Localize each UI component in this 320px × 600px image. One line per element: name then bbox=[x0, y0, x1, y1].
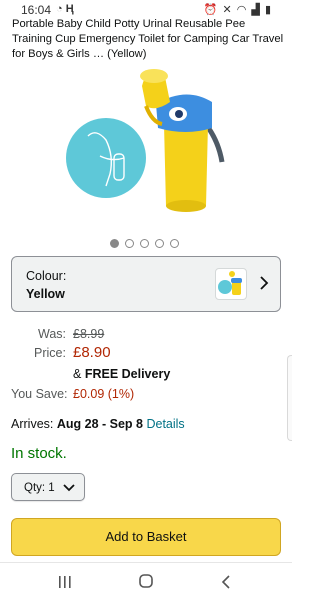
details-link[interactable]: Details bbox=[146, 417, 184, 431]
colour-label: Colour: bbox=[26, 269, 67, 283]
carousel-dot-3[interactable] bbox=[140, 239, 149, 248]
delivery-text: FREE Delivery bbox=[84, 367, 171, 381]
add-to-basket-button[interactable]: Add to Basket bbox=[11, 518, 281, 556]
battery-icon: ▮ bbox=[264, 4, 272, 16]
signal-icon: ▟ bbox=[251, 4, 261, 16]
arrives-dates: Aug 28 - Sep 8 bbox=[56, 417, 143, 431]
mute-icon: ✕ bbox=[222, 4, 233, 16]
alarm-icon: ⏰ bbox=[203, 4, 219, 16]
arrives-label: Arrives: bbox=[11, 417, 57, 431]
was-price: £8.99 bbox=[73, 327, 105, 341]
arrival-info: Arrives: Aug 28 - Sep 8 Details bbox=[11, 417, 185, 431]
h-app-icon: Ⱨ bbox=[65, 3, 74, 15]
product-title[interactable]: Portable Baby Child Potty Urinal Reusabl… bbox=[12, 17, 288, 61]
notification-icons: ◔ Ⱨ bbox=[56, 3, 74, 15]
system-navigation-bar bbox=[0, 562, 292, 600]
colour-thumbnail bbox=[215, 268, 247, 300]
chevron-right-icon bbox=[260, 276, 269, 290]
colour-value: Yellow bbox=[26, 287, 65, 301]
status-bar: 16:04 ◔ Ⱨ ⏰ ✕ ◠ ▟ ▮ bbox=[0, 0, 292, 18]
you-save-label: You Save: bbox=[11, 387, 68, 401]
quantity-label: Qty: 1 bbox=[24, 482, 55, 494]
whatsapp-icon: ◔ bbox=[56, 3, 63, 15]
carousel-dot-5[interactable] bbox=[170, 239, 179, 248]
system-icons: ⏰ ✕ ◠ ▟ ▮ bbox=[204, 3, 272, 16]
home-icon[interactable] bbox=[139, 574, 153, 588]
status-time: 16:04 bbox=[21, 3, 52, 17]
free-delivery: & FREE Delivery bbox=[73, 367, 170, 381]
product-image[interactable] bbox=[66, 66, 232, 224]
recent-apps-icon[interactable] bbox=[58, 575, 72, 589]
colour-selector[interactable]: Colour: Yellow bbox=[11, 256, 281, 312]
chevron-down-icon bbox=[63, 484, 75, 492]
wifi-icon: ◠ bbox=[236, 4, 248, 16]
current-price: £8.90 bbox=[73, 344, 111, 361]
carousel-dot-1[interactable] bbox=[110, 239, 119, 248]
price-label: Price: bbox=[34, 346, 66, 360]
carousel-dot-4[interactable] bbox=[155, 239, 164, 248]
image-carousel-dots[interactable] bbox=[110, 239, 179, 249]
you-save-value: £0.09 (1%) bbox=[73, 387, 135, 401]
was-label: Was: bbox=[38, 327, 67, 341]
quantity-dropdown[interactable]: Qty: 1 bbox=[11, 473, 85, 501]
stock-status: In stock. bbox=[11, 445, 67, 462]
carousel-dot-2[interactable] bbox=[125, 239, 134, 248]
back-icon[interactable] bbox=[221, 575, 231, 589]
delivery-prefix: & bbox=[73, 367, 85, 381]
edge-panel-handle[interactable] bbox=[287, 355, 292, 441]
